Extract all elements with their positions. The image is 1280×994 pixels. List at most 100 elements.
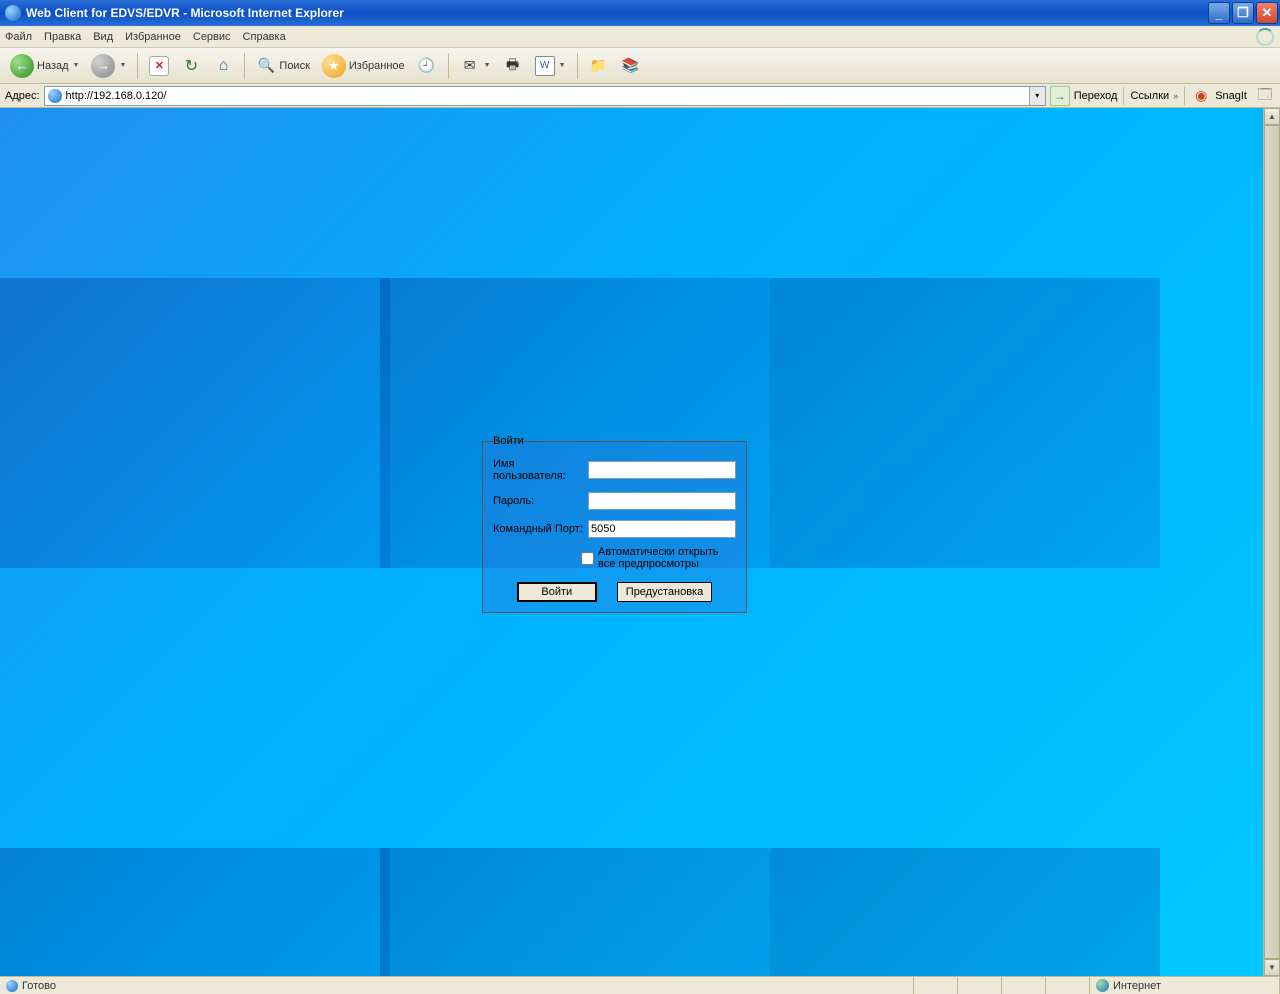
scroll-thumb[interactable] (1264, 125, 1280, 959)
chevron-down-icon: ▼ (484, 62, 491, 69)
separator (244, 53, 245, 79)
chevron-down-icon: ▼ (559, 62, 566, 69)
home-icon: ⌂ (213, 56, 233, 76)
separator (448, 53, 449, 79)
separator (577, 53, 578, 79)
security-zone-panel: Интернет (1090, 977, 1280, 994)
login-buttons: Войти Предустановка (493, 582, 736, 602)
password-row: Пароль: (493, 492, 736, 510)
folder-button[interactable]: 📁 (585, 55, 613, 77)
window-titlebar: Web Client for EDVS/EDVR - Microsoft Int… (0, 0, 1280, 26)
status-panel-main: Готово (0, 977, 914, 994)
page-icon (48, 89, 62, 103)
separator (137, 53, 138, 79)
toolbar: ← Назад ▼ → ▼ ✕ ↻ ⌂ 🔍 Поиск ★ Избранное … (0, 48, 1280, 84)
edit-doc-icon: W (535, 56, 555, 76)
history-button[interactable]: 🕘 (413, 55, 441, 77)
scroll-up-button[interactable]: ▲ (1264, 108, 1280, 125)
close-button[interactable]: ✕ (1256, 2, 1278, 24)
port-input[interactable] (588, 520, 736, 538)
menu-edit[interactable]: Правка (44, 31, 81, 43)
address-bar: Адрес: ▾ → Переход Ссылки » ◉ SnagIt 🗔 (0, 84, 1280, 108)
snagit-icon: ◉ (1191, 86, 1211, 106)
back-button[interactable]: ← Назад ▼ (6, 53, 83, 79)
username-label: Имя пользователя: (493, 458, 588, 482)
print-button[interactable]: 🖶 (499, 55, 527, 77)
favorites-button[interactable]: ★ Избранное (318, 53, 409, 79)
forward-button[interactable]: → ▼ (87, 53, 130, 79)
minimize-button[interactable]: _ (1208, 2, 1230, 24)
chevron-down-icon: ▼ (119, 62, 126, 69)
refresh-button[interactable]: ↻ (177, 55, 205, 77)
status-panel (914, 977, 958, 994)
password-input[interactable] (588, 492, 736, 510)
go-button[interactable]: → (1050, 86, 1070, 106)
ie-status-icon (6, 980, 18, 992)
research-button[interactable]: 📚 (617, 55, 645, 77)
port-row: Командный Порт: (493, 520, 736, 538)
mail-icon: ✉ (460, 56, 480, 76)
go-label: Переход (1074, 90, 1118, 102)
autopreview-label: Автоматически открыть все предпросмотры (598, 546, 736, 570)
status-panel (958, 977, 1002, 994)
stop-icon: ✕ (149, 56, 169, 76)
separator (1123, 87, 1124, 105)
address-dropdown[interactable]: ▾ (1029, 87, 1045, 105)
snagit-window-icon[interactable]: 🗔 (1255, 86, 1275, 106)
bg-tile (770, 278, 1160, 568)
expand-icon[interactable]: » (1173, 91, 1178, 101)
globe-icon (1096, 979, 1109, 992)
back-label: Назад (37, 60, 69, 72)
search-label: Поиск (279, 60, 309, 72)
mail-button[interactable]: ✉▼ (456, 55, 495, 77)
preset-button[interactable]: Предустановка (617, 582, 712, 602)
status-text: Готово (22, 980, 56, 992)
address-input[interactable] (66, 88, 1029, 104)
links-label[interactable]: Ссылки (1130, 90, 1169, 102)
favorites-label: Избранное (349, 60, 405, 72)
page-viewport: Войти Имя пользователя: Пароль: Командны… (0, 108, 1280, 976)
autopreview-row: Автоматически открыть все предпросмотры (493, 546, 736, 570)
snagit-label[interactable]: SnagIt (1215, 90, 1247, 102)
back-arrow-icon: ← (10, 54, 34, 78)
menu-favorites[interactable]: Избранное (125, 31, 181, 43)
maximize-button[interactable]: ❐ (1232, 2, 1254, 24)
window-controls: _ ❐ ✕ (1208, 0, 1280, 26)
window-title: Web Client for EDVS/EDVR - Microsoft Int… (26, 6, 1208, 20)
forward-arrow-icon: → (91, 54, 115, 78)
research-icon: 📚 (621, 56, 641, 76)
login-legend: Войти (491, 435, 526, 447)
print-icon: 🖶 (503, 56, 523, 76)
address-label: Адрес: (5, 90, 40, 102)
stop-button[interactable]: ✕ (145, 55, 173, 77)
zone-text: Интернет (1113, 980, 1161, 992)
menu-file[interactable]: Файл (5, 31, 32, 43)
bg-tile (0, 278, 390, 568)
autopreview-checkbox[interactable] (581, 552, 594, 565)
username-input[interactable] (588, 461, 736, 479)
login-fieldset: Войти Имя пользователя: Пароль: Командны… (482, 441, 747, 613)
bg-tile (0, 848, 390, 976)
folder-icon: 📁 (589, 56, 609, 76)
menu-tools[interactable]: Сервис (193, 31, 231, 43)
ie-logo-icon (5, 5, 21, 21)
login-button[interactable]: Войти (517, 582, 597, 602)
menu-help[interactable]: Справка (243, 31, 286, 43)
home-button[interactable]: ⌂ (209, 55, 237, 77)
address-input-wrap[interactable]: ▾ (44, 86, 1046, 106)
port-label: Командный Порт: (493, 523, 588, 535)
bg-tile (770, 848, 1160, 976)
status-panel (1002, 977, 1046, 994)
refresh-icon: ↻ (181, 56, 201, 76)
history-icon: 🕘 (417, 56, 437, 76)
search-button[interactable]: 🔍 Поиск (252, 55, 313, 77)
chevron-down-icon: ▼ (73, 62, 80, 69)
scroll-down-button[interactable]: ▼ (1264, 959, 1280, 976)
status-panel (1046, 977, 1090, 994)
separator (1184, 87, 1185, 105)
throbber-icon (1256, 28, 1274, 46)
edit-button[interactable]: W▼ (531, 55, 570, 77)
status-bar: Готово Интернет (0, 976, 1280, 994)
vertical-scrollbar[interactable]: ▲ ▼ (1263, 108, 1280, 976)
menu-view[interactable]: Вид (93, 31, 113, 43)
